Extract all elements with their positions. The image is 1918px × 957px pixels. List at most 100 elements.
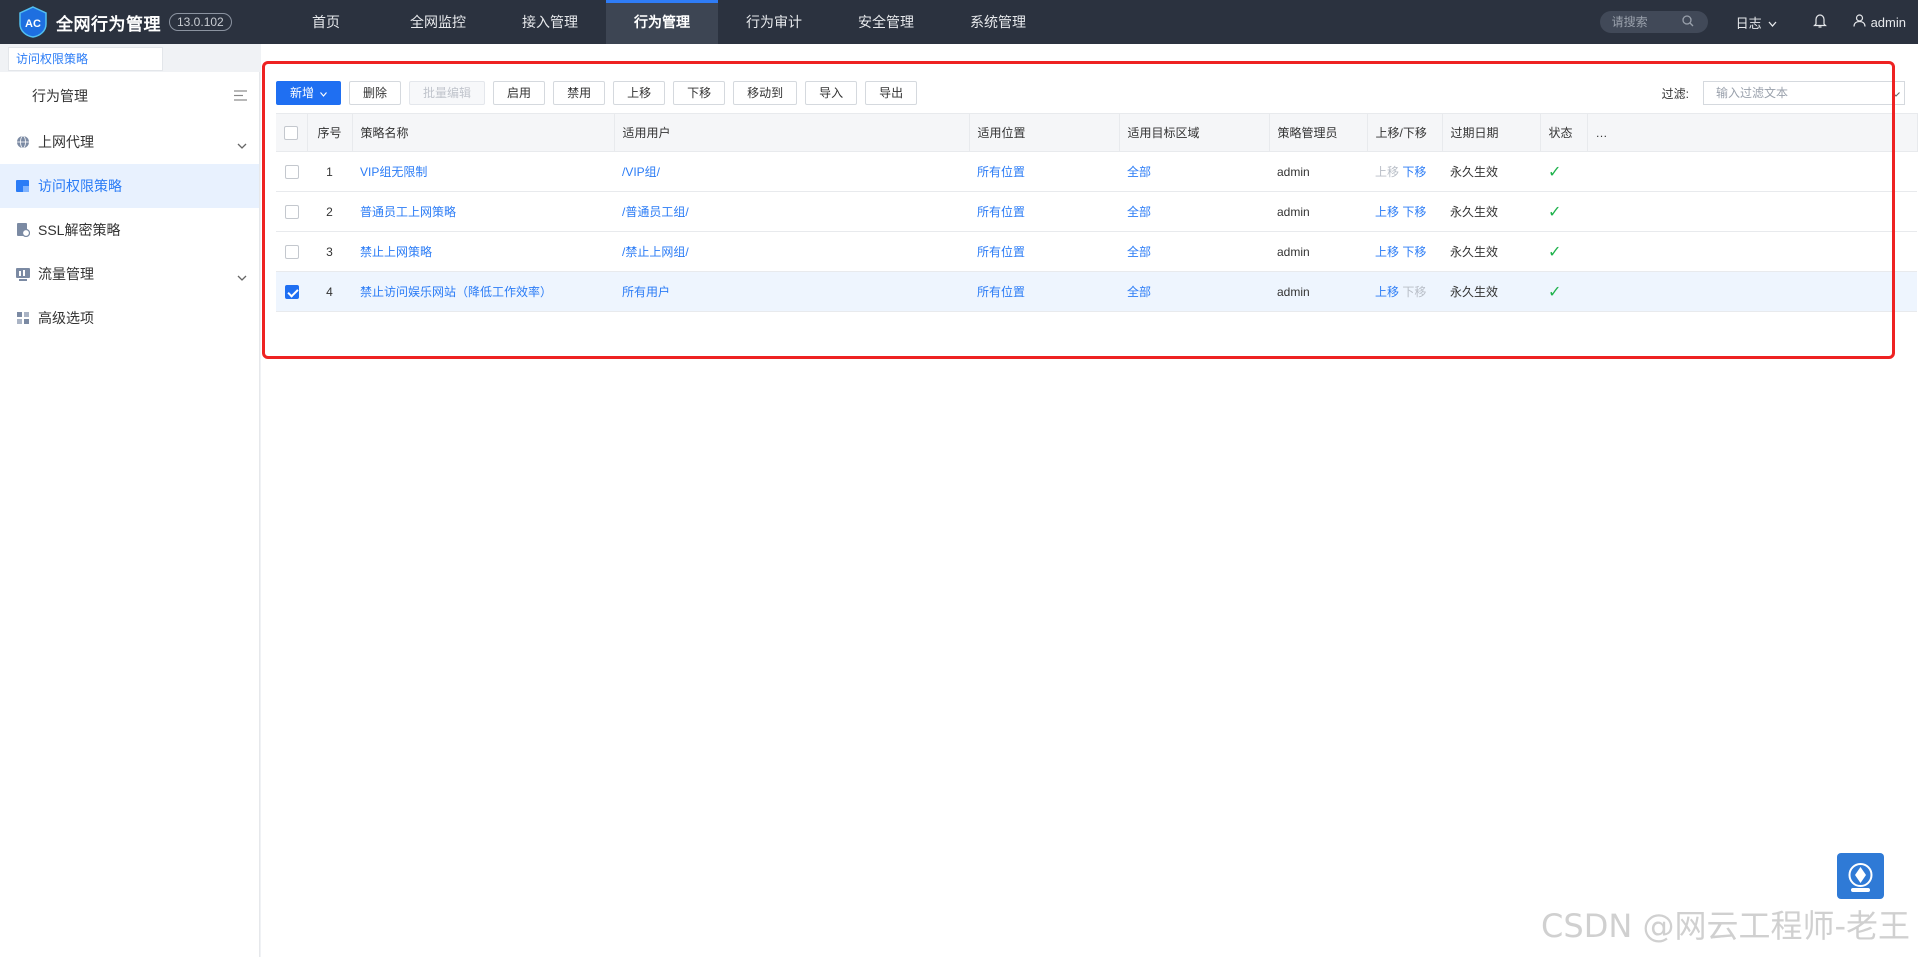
policy-name-link[interactable]: 禁止访问娱乐网站（降低工作效率）: [360, 285, 552, 299]
cell-expire: 永久生效: [1442, 271, 1540, 312]
select-all-cell: [276, 113, 308, 152]
collapse-menu-icon[interactable]: [234, 88, 247, 104]
row-checkbox[interactable]: [284, 164, 299, 179]
users-link[interactable]: /禁止上网组/: [622, 245, 689, 259]
column-header-location[interactable]: 适用位置: [969, 113, 1120, 152]
nav-item-monitor[interactable]: 全网监控: [382, 0, 494, 44]
nav-item-behavior[interactable]: 行为管理: [606, 0, 718, 44]
nav-item-security[interactable]: 安全管理: [830, 0, 942, 44]
shield-icon: [16, 179, 30, 193]
filter-input[interactable]: [1716, 86, 1886, 100]
page-tab[interactable]: 访问权限策略: [8, 47, 163, 71]
table-row[interactable]: 4 禁止访问娱乐网站（降低工作效率） 所有用户 所有位置 全部 admin 上移…: [276, 271, 1917, 312]
select-all-checkbox[interactable]: [284, 125, 299, 140]
enable-button[interactable]: 启用: [493, 81, 546, 105]
row-checkbox[interactable]: [284, 244, 299, 259]
policy-name-link[interactable]: 普通员工上网策略: [360, 205, 456, 219]
sidebar-item-proxy[interactable]: 上网代理: [0, 120, 259, 164]
status-enabled-icon[interactable]: ✓: [1548, 244, 1561, 261]
bell-icon[interactable]: [1812, 13, 1827, 31]
policy-name-link[interactable]: VIP组无限制: [360, 165, 427, 179]
filter-field[interactable]: [1703, 81, 1905, 105]
toolbar: 新增 删除 批量编辑 启用 禁用 上移 下移 移动到 导入 导出: [276, 81, 925, 105]
main-nav: 首页 全网监控 接入管理 行为管理 行为审计 安全管理 系统管理: [270, 0, 1054, 44]
column-header-name[interactable]: 策略名称: [352, 113, 615, 152]
grid-icon: [16, 311, 30, 325]
cell-admin: admin: [1269, 271, 1367, 312]
cell-order: 上移 下移: [1367, 191, 1442, 232]
traffic-icon: [16, 267, 30, 281]
cell-index: 2: [307, 191, 352, 232]
import-button[interactable]: 导入: [805, 81, 858, 105]
location-link[interactable]: 所有位置: [977, 285, 1025, 299]
status-enabled-icon[interactable]: ✓: [1548, 284, 1561, 301]
column-header-status[interactable]: 状态: [1540, 113, 1588, 152]
location-link[interactable]: 所有位置: [977, 205, 1025, 219]
table-row[interactable]: 3 禁止上网策略 /禁止上网组/ 所有位置 全部 admin 上移 下移 永久生…: [276, 231, 1917, 272]
batch-edit-button[interactable]: 批量编辑: [409, 81, 486, 105]
column-header-expire[interactable]: 过期日期: [1442, 113, 1541, 152]
user-menu[interactable]: admin: [1852, 14, 1906, 30]
row-select-cell: [276, 231, 307, 272]
assistant-widget-icon[interactable]: [1837, 853, 1884, 899]
cell-admin: admin: [1269, 231, 1367, 272]
zone-link[interactable]: 全部: [1127, 285, 1151, 299]
chevron-down-icon: [320, 82, 327, 104]
nav-item-home[interactable]: 首页: [270, 0, 382, 44]
zone-link[interactable]: 全部: [1127, 205, 1151, 219]
cell-expire: 永久生效: [1442, 151, 1540, 192]
app-title: 全网行为管理: [56, 14, 161, 34]
status-enabled-icon[interactable]: ✓: [1548, 164, 1561, 181]
nav-item-system[interactable]: 系统管理: [942, 0, 1054, 44]
column-header-index[interactable]: 序号: [307, 113, 353, 152]
delete-button[interactable]: 删除: [349, 81, 402, 105]
sidebar-item-advanced[interactable]: 高级选项: [0, 296, 259, 340]
move-down-link[interactable]: 下移: [1402, 165, 1426, 179]
cell-users: /禁止上网组/: [614, 231, 969, 272]
column-header-order[interactable]: 上移/下移: [1367, 113, 1443, 152]
move-to-button[interactable]: 移动到: [733, 81, 798, 105]
location-link[interactable]: 所有位置: [977, 165, 1025, 179]
policy-name-link[interactable]: 禁止上网策略: [360, 245, 432, 259]
column-header-users[interactable]: 适用用户: [614, 113, 970, 152]
sidebar-item-access-policy[interactable]: 访问权限策略: [0, 164, 259, 208]
table-row[interactable]: 2 普通员工上网策略 /普通员工组/ 所有位置 全部 admin 上移 下移 永…: [276, 191, 1917, 232]
move-down-button[interactable]: 下移: [673, 81, 726, 105]
new-button[interactable]: 新增: [276, 81, 342, 105]
move-up-link[interactable]: 上移: [1375, 205, 1399, 219]
column-header-admin[interactable]: 策略管理员: [1269, 113, 1368, 152]
sidebar-item-traffic[interactable]: 流量管理: [0, 252, 259, 296]
log-menu[interactable]: 日志: [1736, 13, 1777, 32]
column-header-more[interactable]: …: [1587, 113, 1918, 152]
move-down-link[interactable]: 下移: [1402, 205, 1426, 219]
new-button-label: 新增: [290, 86, 315, 100]
search-icon[interactable]: [1681, 14, 1694, 30]
move-up-link[interactable]: 上移: [1375, 245, 1399, 259]
row-checkbox[interactable]: [284, 204, 299, 219]
users-link[interactable]: /VIP组/: [622, 165, 660, 179]
chevron-down-icon[interactable]: [1892, 86, 1900, 100]
users-link[interactable]: /普通员工组/: [622, 205, 689, 219]
move-up-link[interactable]: 上移: [1375, 285, 1399, 299]
row-select-cell: [276, 151, 307, 192]
users-link[interactable]: 所有用户: [622, 285, 670, 299]
disable-button[interactable]: 禁用: [553, 81, 606, 105]
sidebar-item-ssl[interactable]: SSL解密策略: [0, 208, 259, 252]
move-down-link[interactable]: 下移: [1402, 245, 1426, 259]
location-link[interactable]: 所有位置: [977, 245, 1025, 259]
cell-location: 所有位置: [969, 271, 1119, 312]
export-button[interactable]: 导出: [865, 81, 918, 105]
status-enabled-icon[interactable]: ✓: [1548, 204, 1561, 221]
move-up-button[interactable]: 上移: [613, 81, 666, 105]
global-search[interactable]: [1599, 11, 1708, 33]
cell-name: 禁止上网策略: [352, 231, 614, 272]
zone-link[interactable]: 全部: [1127, 245, 1151, 259]
nav-item-audit[interactable]: 行为审计: [718, 0, 830, 44]
sidebar-item-label: SSL解密策略: [38, 222, 121, 238]
row-checkbox[interactable]: [284, 284, 299, 299]
zone-link[interactable]: 全部: [1127, 165, 1151, 179]
table-row[interactable]: 1 VIP组无限制 /VIP组/ 所有位置 全部 admin 上移 下移 永久生…: [276, 151, 1917, 192]
column-header-zone[interactable]: 适用目标区域: [1119, 113, 1270, 152]
nav-item-access[interactable]: 接入管理: [494, 0, 606, 44]
search-input[interactable]: [1611, 15, 1682, 29]
